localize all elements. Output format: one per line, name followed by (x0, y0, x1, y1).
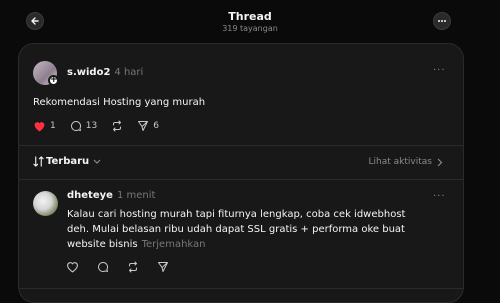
post-time: 4 hari (114, 67, 144, 78)
like-count: 1 (50, 121, 56, 131)
repost-icon (129, 261, 137, 273)
chevron-right-icon (437, 158, 443, 166)
view-count: 319 tayangan (222, 24, 278, 33)
heart-filled-icon (34, 122, 45, 132)
reply-time: 1 menit (116, 190, 156, 201)
reply-more-icon[interactable]: ··· (433, 192, 446, 202)
reply-share-button[interactable] (157, 261, 169, 273)
thread-panel: + s.wido2 4 hari ··· Rekomendasi Hosting … (18, 43, 464, 303)
activity-label: Lihat aktivitas (368, 157, 432, 167)
repost-icon (113, 120, 122, 132)
reply-actions (66, 261, 183, 273)
heart-icon (67, 262, 78, 273)
follow-plus-icon[interactable]: + (48, 75, 59, 86)
sort-dropdown[interactable]: Terbaru (33, 156, 101, 167)
reply-username[interactable]: dheteye (67, 190, 113, 201)
share-count: 6 (153, 121, 159, 131)
reply-button[interactable]: 13 (70, 120, 97, 132)
like-button[interactable]: 1 (33, 120, 56, 132)
more-options-button[interactable] (433, 12, 451, 30)
post-header: s.wido2 4 hari (67, 67, 143, 79)
sort-label: Terbaru (46, 156, 90, 167)
sort-icon (33, 156, 44, 167)
header-title-group: Thread 319 tayangan (0, 10, 500, 34)
top-bar: Thread 319 tayangan (0, 0, 500, 42)
chevron-down-icon (93, 159, 101, 164)
send-icon (138, 121, 149, 131)
reply-text: Kalau cari hosting murah tapi fiturnya l… (67, 207, 427, 252)
divider (19, 145, 463, 146)
reply-comment-button[interactable] (97, 261, 109, 273)
share-button[interactable]: 6 (137, 120, 159, 132)
comment-icon (98, 262, 108, 272)
reply-header: dheteye 1 menit (67, 190, 155, 202)
more-dots-icon (438, 20, 446, 22)
post-actions: 1 13 6 (33, 120, 173, 132)
reply-repost-button[interactable] (127, 261, 139, 273)
send-icon (158, 262, 168, 272)
comment-icon (70, 121, 81, 131)
reply-count: 13 (85, 121, 98, 131)
translate-link[interactable]: Terjemahkan (142, 239, 206, 250)
view-activity-link[interactable]: Lihat aktivitas (369, 157, 443, 167)
post-text: Rekomendasi Hosting yang murah (33, 97, 206, 108)
divider (19, 288, 463, 289)
divider (19, 179, 463, 180)
post-more-icon[interactable]: ··· (433, 66, 446, 76)
reply-like-button[interactable] (66, 261, 79, 273)
reply-avatar[interactable] (33, 191, 58, 216)
page-title: Thread (228, 10, 272, 23)
post-username[interactable]: s.wido2 (67, 67, 110, 78)
repost-button[interactable] (111, 120, 123, 132)
reply-body: Kalau cari hosting murah tapi fiturnya l… (67, 209, 406, 250)
